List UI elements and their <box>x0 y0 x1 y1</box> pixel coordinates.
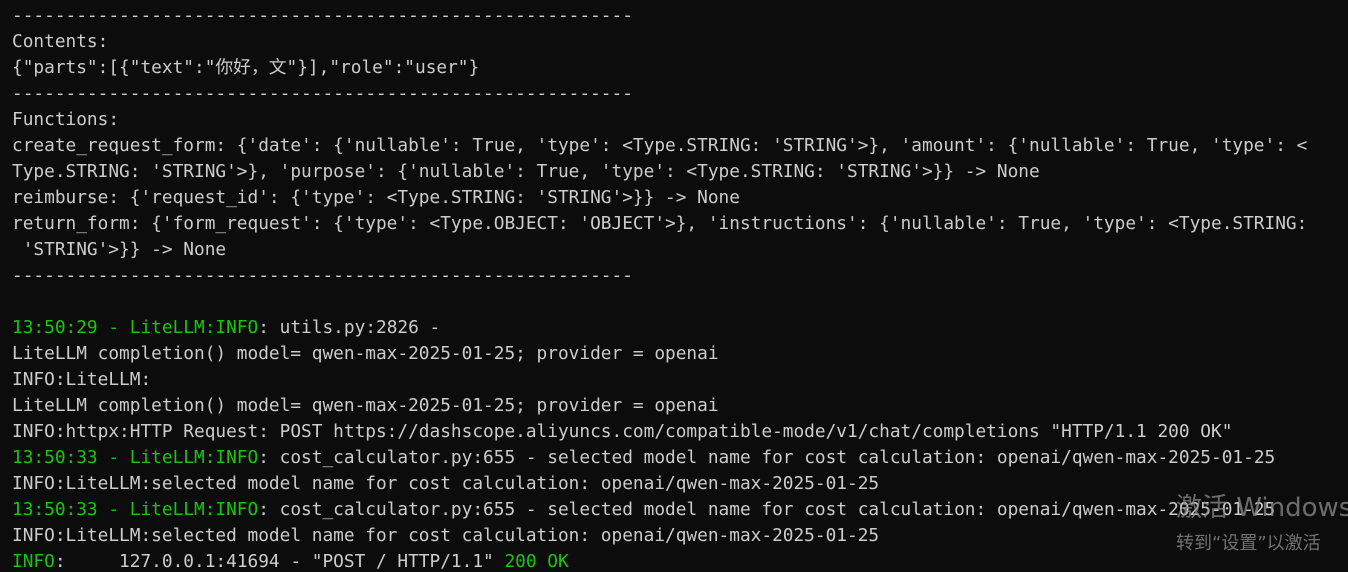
terminal-line-text: create_request_form: {'date': {'nullable… <box>12 135 1308 156</box>
terminal-line: INFO: 127.0.0.1:41694 - "POST / HTTP/1.1… <box>12 549 569 572</box>
terminal-line: INFO:httpx:HTTP Request: POST https://da… <box>12 419 1232 445</box>
terminal-line: 13:50:29 - LiteLLM:INFO: utils.py:2826 - <box>12 315 440 341</box>
terminal-line-text: ----------------------------------------… <box>12 265 633 286</box>
terminal-line-text: LiteLLM completion() model= qwen-max-202… <box>12 343 719 364</box>
terminal-line-text: INFO:LiteLLM: <box>12 369 152 390</box>
terminal-line-text: Type.STRING: 'STRING'>}, 'purpose': {'nu… <box>12 161 1040 182</box>
terminal-line: 13:50:33 - LiteLLM:INFO: cost_calculator… <box>12 497 1275 523</box>
terminal-line-text: 'STRING'>}} -> None <box>12 239 227 260</box>
terminal-line-text: INFO:LiteLLM:selected model name for cos… <box>12 473 880 494</box>
terminal-line: INFO:LiteLLM:selected model name for cos… <box>12 471 879 497</box>
terminal-line-text: LiteLLM completion() model= qwen-max-202… <box>12 395 719 416</box>
terminal-line: Contents: <box>12 29 108 55</box>
terminal-line-text: Contents: <box>12 31 109 52</box>
terminal-line: Functions: <box>12 107 119 133</box>
activation-watermark-subtitle: 转到“设置”以激活 <box>1176 533 1321 554</box>
terminal-line: 'STRING'>}} -> None <box>12 237 226 263</box>
terminal-line-text: return_form: {'form_request': {'type': <… <box>12 213 1308 234</box>
log-level-prefix: 13:50:29 - LiteLLM:INFO <box>12 317 259 338</box>
terminal-line: Type.STRING: 'STRING'>}, 'purpose': {'nu… <box>12 159 1040 185</box>
terminal-line: ----------------------------------------… <box>12 81 633 107</box>
log-level-prefix: INFO <box>12 551 55 572</box>
terminal-line-text: ----------------------------------------… <box>12 83 633 104</box>
log-level-prefix: 13:50:33 - LiteLLM:INFO <box>12 499 259 520</box>
terminal-line-text: : 127.0.0.1:41694 - "POST / HTTP/1.1" <box>54 551 505 572</box>
terminal-line: INFO:LiteLLM: <box>12 367 151 393</box>
terminal-line-text: : utils.py:2826 - <box>258 317 441 338</box>
log-level-prefix: 13:50:33 - LiteLLM:INFO <box>12 447 259 468</box>
terminal-line: LiteLLM completion() model= qwen-max-202… <box>12 393 719 419</box>
terminal-line-text: {"parts":[{"text":"你好，文"}],"role":"user"… <box>12 57 480 78</box>
terminal-line-text: INFO:LiteLLM:selected model name for cos… <box>12 525 880 546</box>
terminal-line-text: : cost_calculator.py:655 - selected mode… <box>258 447 1276 468</box>
terminal-line-text: reimburse: {'request_id': {'type': <Type… <box>12 187 740 208</box>
terminal-line: create_request_form: {'date': {'nullable… <box>12 133 1307 159</box>
terminal-line-text: Functions: <box>12 109 120 130</box>
terminal-line-text: ----------------------------------------… <box>12 5 633 26</box>
terminal-line: reimburse: {'request_id': {'type': <Type… <box>12 185 740 211</box>
terminal-line-text: INFO:httpx:HTTP Request: POST https://da… <box>12 421 1233 442</box>
status-ok: 200 OK <box>504 551 569 572</box>
terminal-window[interactable]: ----------------------------------------… <box>0 0 1348 572</box>
terminal-line-text: : cost_calculator.py:655 - selected mode… <box>258 499 1276 520</box>
terminal-line: {"parts":[{"text":"你好，文"}],"role":"user"… <box>12 55 479 81</box>
terminal-line: LiteLLM completion() model= qwen-max-202… <box>12 341 719 367</box>
terminal-line: 13:50:33 - LiteLLM:INFO: cost_calculator… <box>12 445 1275 471</box>
terminal-line: ----------------------------------------… <box>12 263 633 289</box>
activation-watermark-title: 激活 Windows <box>1176 493 1348 523</box>
terminal-line: return_form: {'form_request': {'type': <… <box>12 211 1307 237</box>
terminal-line: ----------------------------------------… <box>12 3 633 29</box>
terminal-line: INFO:LiteLLM:selected model name for cos… <box>12 523 879 549</box>
